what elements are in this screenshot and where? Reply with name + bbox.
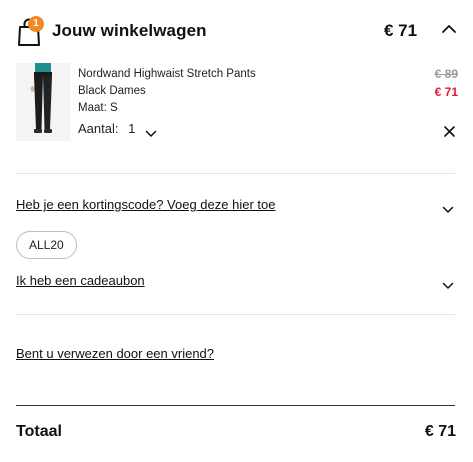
cart-header[interactable]: 1 Jouw winkelwagen € 71 (16, 14, 458, 50)
cart-item: Nordwand Highwaist Stretch Pants Black D… (16, 63, 458, 145)
chevron-down-icon[interactable] (442, 201, 454, 213)
cart-count-badge: 1 (28, 16, 44, 32)
giftcard-link[interactable]: Ik heb een cadeaubon (16, 273, 145, 288)
referral-link[interactable]: Bent u verwezen door een vriend? (16, 346, 214, 361)
close-icon[interactable] (444, 124, 455, 137)
cart-header-total: € 71 (384, 21, 418, 40)
total-label: Totaal (16, 423, 62, 440)
divider (16, 405, 455, 406)
quantity-label: Aantal: (78, 121, 119, 136)
total-value: € 71 (424, 423, 456, 440)
cart-panel: 1 Jouw winkelwagen € 71 Nordwand Highwai… (0, 0, 473, 462)
product-size: Maat: S (78, 102, 118, 114)
cart-title: Jouw winkelwagen (52, 21, 207, 40)
giftcard-toggle[interactable]: Ik heb een cadeaubon (16, 273, 458, 293)
chevron-up-icon[interactable] (440, 22, 458, 36)
quantity-selector[interactable]: Aantal: 1 (78, 121, 157, 137)
original-price: € 89 (434, 67, 458, 81)
discount-code-link[interactable]: Heb je een kortingscode? Voeg deze hier … (16, 197, 275, 212)
applied-coupon-chip[interactable]: ALL20 (16, 231, 77, 259)
product-image[interactable] (16, 63, 70, 141)
discount-code-toggle[interactable]: Heb je een kortingscode? Voeg deze hier … (16, 197, 458, 217)
referral-toggle[interactable]: Bent u verwezen door een vriend? (16, 346, 458, 366)
product-variant: Black Dames (78, 85, 146, 97)
divider (16, 173, 455, 174)
product-name[interactable]: Nordwand Highwaist Stretch Pants (78, 68, 256, 80)
divider (16, 314, 455, 315)
quantity-value: 1 (128, 121, 136, 136)
chevron-down-icon (145, 126, 157, 137)
chevron-down-icon[interactable] (442, 277, 454, 289)
sale-price: € 71 (434, 85, 458, 99)
